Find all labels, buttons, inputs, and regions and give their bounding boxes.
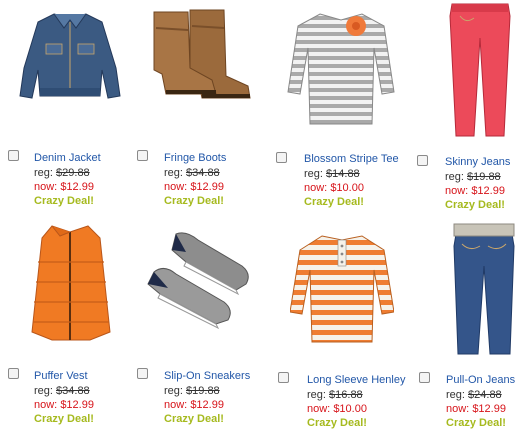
skinny-jeans-image[interactable] (446, 2, 514, 138)
product-name-link[interactable]: Pull-On Jeans (446, 373, 515, 387)
pull-on-jeans-image[interactable] (452, 222, 516, 356)
crazy-deal-badge: Crazy Deal! (307, 417, 367, 429)
crazy-deal-badge: Crazy Deal! (446, 417, 506, 429)
product-name-link[interactable]: Denim Jacket (34, 151, 101, 165)
crazy-deal-badge: Crazy Deal! (304, 196, 364, 208)
product-checkbox[interactable] (276, 152, 287, 163)
sale-price: now: $12.99 (164, 399, 224, 411)
product-checkbox[interactable] (419, 372, 430, 383)
sale-price: now: $12.99 (34, 181, 94, 193)
regular-price: reg: $24.88 (446, 389, 502, 401)
regular-price: reg: $34.88 (34, 385, 90, 397)
product-checkbox[interactable] (278, 372, 289, 383)
product-name-link[interactable]: Fringe Boots (164, 151, 226, 165)
regular-price: reg: $19.88 (445, 171, 501, 183)
sale-price: now: $12.99 (445, 185, 505, 197)
regular-price: reg: $34.88 (164, 167, 220, 179)
crazy-deal-badge: Crazy Deal! (445, 199, 505, 211)
slip-on-sneakers-image[interactable] (146, 230, 256, 330)
long-sleeve-henley-image[interactable] (290, 230, 394, 346)
sale-price: now: $12.99 (164, 181, 224, 193)
fringe-boots-image[interactable] (144, 8, 256, 100)
sale-price: now: $12.99 (34, 399, 94, 411)
regular-price: reg: $14.88 (304, 168, 360, 180)
product-info: Puffer Vest reg: $34.88 now: $12.99 Craz… (34, 369, 94, 426)
crazy-deal-badge: Crazy Deal! (34, 413, 94, 425)
denim-jacket-image[interactable] (14, 8, 126, 103)
product-checkbox[interactable] (8, 150, 19, 161)
regular-price: reg: $16.88 (307, 389, 363, 401)
crazy-deal-badge: Crazy Deal! (164, 195, 224, 207)
product-checkbox[interactable] (417, 155, 428, 166)
product-name-link[interactable]: Skinny Jeans (445, 155, 510, 169)
product-name-link[interactable]: Puffer Vest (34, 369, 94, 383)
crazy-deal-badge: Crazy Deal! (164, 413, 224, 425)
sale-price: now: $10.00 (307, 403, 367, 415)
product-checkbox[interactable] (137, 150, 148, 161)
product-name-link[interactable]: Slip-On Sneakers (164, 369, 250, 383)
product-info: Fringe Boots reg: $34.88 now: $12.99 Cra… (164, 151, 226, 208)
regular-price: reg: $19.88 (164, 385, 220, 397)
product-name-link[interactable]: Long Sleeve Henley (307, 373, 405, 387)
product-info: Skinny Jeans reg: $19.88 now: $12.99 Cra… (445, 155, 510, 212)
product-info: Pull-On Jeans reg: $24.88 now: $12.99 Cr… (446, 373, 515, 430)
product-info: Slip-On Sneakers reg: $19.88 now: $12.99… (164, 369, 250, 426)
sale-price: now: $10.00 (304, 182, 364, 194)
product-info: Blossom Stripe Tee reg: $14.88 now: $10.… (304, 152, 399, 209)
product-name-link[interactable]: Blossom Stripe Tee (304, 152, 399, 166)
blossom-stripe-tee-image[interactable] (286, 8, 396, 128)
product-info: Long Sleeve Henley reg: $16.88 now: $10.… (307, 373, 405, 430)
crazy-deal-badge: Crazy Deal! (34, 195, 94, 207)
product-checkbox[interactable] (137, 368, 148, 379)
product-info: Denim Jacket reg: $29.88 now: $12.99 Cra… (34, 151, 101, 208)
product-checkbox[interactable] (8, 368, 19, 379)
puffer-vest-image[interactable] (30, 222, 112, 342)
regular-price: reg: $29.88 (34, 167, 90, 179)
sale-price: now: $12.99 (446, 403, 506, 415)
